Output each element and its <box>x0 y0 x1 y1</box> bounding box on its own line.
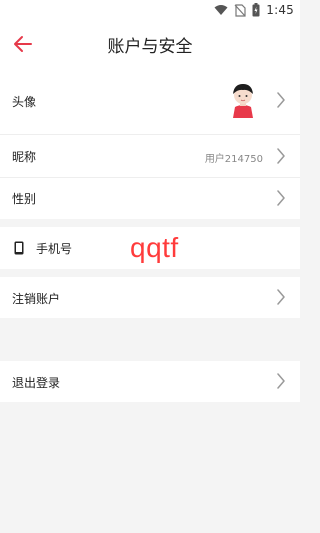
phone-label: 手机号 <box>36 242 73 256</box>
cancel-account-row[interactable]: 注销账户 <box>0 277 300 318</box>
cancel-account-label: 注销账户 <box>12 292 61 306</box>
logout-label: 退出登录 <box>12 376 61 390</box>
phone-icon <box>14 241 24 255</box>
logout-row[interactable]: 退出登录 <box>0 361 300 402</box>
header: 账户与安全 <box>0 20 300 66</box>
status-time: 1:45 <box>266 3 294 17</box>
battery-icon <box>252 3 260 17</box>
watermark-text: qqtf <box>130 232 179 263</box>
wifi-icon <box>214 5 228 15</box>
chevron-right-icon <box>277 190 285 206</box>
gender-label: 性别 <box>12 192 37 206</box>
nickname-label: 昵称 <box>12 150 37 164</box>
avatar[interactable] <box>226 81 260 119</box>
chevron-right-icon <box>277 373 285 389</box>
page-title: 账户与安全 <box>107 37 193 57</box>
no-sim-icon <box>234 3 246 17</box>
chevron-right-icon <box>277 289 285 305</box>
status-icons: 1:45 <box>214 3 294 17</box>
nickname-value: 用户214750 <box>204 154 263 165</box>
avatar-label: 头像 <box>12 95 37 109</box>
nickname-row[interactable]: 昵称 用户214750 <box>0 135 300 177</box>
chevron-right-icon <box>277 148 285 164</box>
gender-row[interactable]: 性别 <box>0 178 300 219</box>
chevron-right-icon <box>277 92 285 108</box>
status-bar: 1:45 <box>0 0 300 20</box>
